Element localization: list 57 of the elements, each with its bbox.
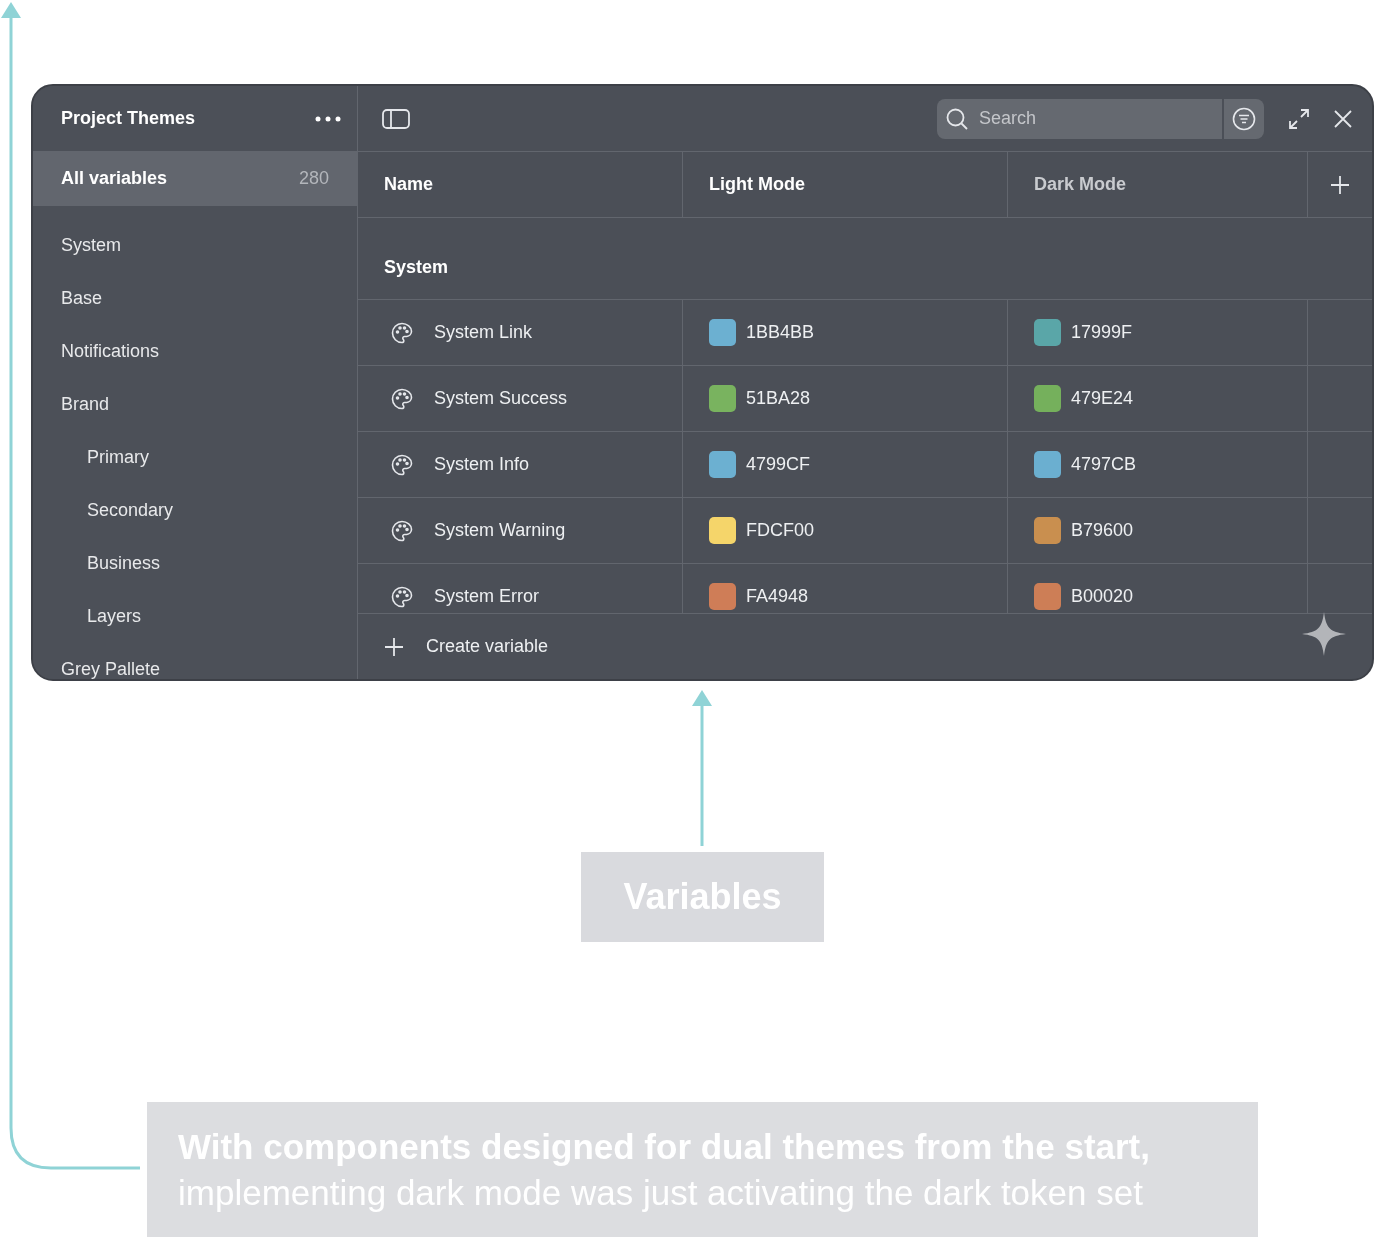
variable-name: System Error — [434, 585, 539, 608]
variable-name: System Info — [434, 453, 530, 476]
variable-name: System Warning — [434, 519, 566, 542]
color-swatch[interactable] — [709, 319, 736, 346]
color-swatch[interactable] — [1034, 517, 1061, 544]
create-variable-button[interactable]: Create variable — [384, 633, 549, 660]
palette-icon — [390, 320, 414, 345]
variable-count: 280 — [298, 167, 329, 190]
search-icon — [945, 106, 969, 131]
sidebar-item[interactable]: System — [33, 219, 357, 272]
color-value: 17999F — [1071, 321, 1133, 344]
color-value: 51BA28 — [746, 387, 811, 410]
column-header: Name — [358, 152, 683, 217]
sidebar-item[interactable]: Primary — [33, 431, 357, 484]
more-icon[interactable] — [315, 115, 341, 122]
variable-name: System Success — [434, 387, 568, 410]
color-swatch[interactable] — [709, 451, 736, 478]
sidebar-item[interactable]: Business — [33, 537, 357, 590]
color-swatch[interactable] — [1034, 583, 1061, 610]
color-value: B79600 — [1071, 519, 1134, 542]
palette-icon — [390, 452, 414, 477]
color-value: FDCF00 — [746, 519, 814, 542]
color-swatch[interactable] — [709, 517, 736, 544]
color-value: 1BB4BB — [746, 321, 815, 344]
sidebar-item[interactable]: Grey Pallete — [33, 643, 357, 679]
filter-icon — [1232, 106, 1256, 131]
group-heading: System — [384, 256, 449, 279]
column-header: Dark Mode — [1008, 152, 1308, 217]
palette-icon — [390, 386, 414, 411]
color-value: B00020 — [1071, 585, 1134, 608]
column-header: Light Mode — [683, 152, 1008, 217]
color-swatch[interactable] — [709, 583, 736, 610]
variable-name: System Link — [434, 321, 533, 344]
color-value: FA4948 — [746, 585, 809, 608]
color-swatch[interactable] — [1034, 385, 1061, 412]
color-swatch[interactable] — [1034, 451, 1061, 478]
filter-button[interactable] — [1224, 98, 1264, 139]
expand-icon[interactable] — [1288, 107, 1310, 130]
window-title: Project Themes — [61, 107, 196, 130]
add-column-icon[interactable] — [1330, 174, 1350, 195]
color-value: 4799CF — [746, 453, 811, 476]
color-value: 4797CB — [1071, 453, 1137, 476]
palette-icon — [390, 518, 414, 543]
sidebar-item[interactable]: Notifications — [33, 325, 357, 378]
color-swatch[interactable] — [1034, 319, 1061, 346]
color-swatch[interactable] — [709, 385, 736, 412]
sidebar-item[interactable]: Base — [33, 272, 357, 325]
sidebar-item[interactable]: Layers — [33, 590, 357, 643]
sidebar-item[interactable]: Secondary — [33, 484, 357, 537]
sidebar-item[interactable]: Brand — [33, 378, 357, 431]
close-icon[interactable] — [1334, 109, 1352, 128]
sidebar-item[interactable]: All variables 280 — [33, 152, 357, 205]
plus-icon — [384, 636, 404, 657]
search-field[interactable]: Search — [937, 98, 1222, 139]
sidebar-toggle-icon[interactable] — [382, 108, 410, 129]
color-value: 479E24 — [1071, 387, 1134, 410]
palette-icon — [390, 584, 414, 609]
